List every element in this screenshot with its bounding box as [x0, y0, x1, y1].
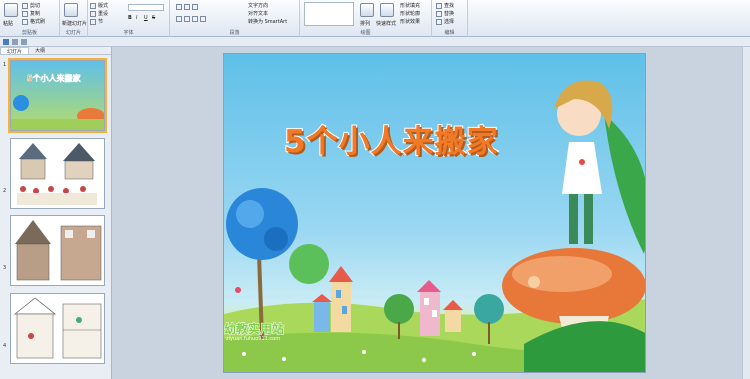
bullets-button[interactable]: [176, 4, 198, 10]
copy-icon: [22, 10, 28, 17]
indent-icon: [192, 4, 198, 10]
layout-icon: [90, 2, 96, 9]
quick-styles-icon[interactable]: [380, 3, 394, 17]
align-left-icon: [176, 16, 182, 22]
align-center-icon: [184, 16, 190, 22]
thumb-4-art: [13, 297, 102, 359]
undo-icon[interactable]: [12, 39, 18, 45]
bold-button[interactable]: B: [128, 15, 132, 21]
shapes-gallery[interactable]: [304, 2, 354, 26]
quick-access-bar: [0, 37, 750, 47]
select-button[interactable]: 选择: [436, 18, 454, 25]
slide-number-2: 2: [3, 188, 7, 194]
replace-button[interactable]: 替换: [436, 10, 454, 17]
find-icon: [436, 2, 442, 9]
new-slide-icon[interactable]: [64, 3, 78, 17]
find-button[interactable]: 查找: [436, 2, 454, 9]
watermark-url: ziyuan.fuhuo911.com: [226, 336, 281, 342]
font-caption: 字体: [123, 30, 134, 36]
girl-leg-icon: [569, 194, 578, 244]
editing-caption: 编辑: [444, 30, 455, 36]
panel-tabs: 幻灯片 大纲: [0, 47, 111, 55]
smartart-button[interactable]: 转换为 SmartArt: [248, 18, 287, 25]
reset-button[interactable]: 重设: [90, 10, 108, 17]
leaf-icon: [604, 114, 645, 254]
drawing-group: 排列 快速样式 形状填充 形状轮廓 形状效果 绘图: [300, 0, 432, 37]
font-name-combo[interactable]: [128, 4, 164, 11]
blue-tree-icon: [226, 188, 298, 260]
slide-title[interactable]: 5个小人来搬家: [283, 116, 499, 161]
new-slide-button[interactable]: 新建幻灯片: [62, 20, 87, 27]
ribbon: 粘贴 剪切 复制 格式刷 剪贴板 新建幻灯片 幻灯片 版式 重设 节 B I U…: [0, 0, 750, 37]
slide-number-4: 4: [3, 343, 7, 349]
numbering-icon: [184, 4, 190, 10]
green-bush-icon: [289, 244, 329, 284]
clipboard-caption: 剪贴板: [21, 30, 37, 36]
small-tree-icon: [384, 294, 414, 324]
format-painter-button[interactable]: 格式刷: [22, 18, 45, 25]
tab-slides[interactable]: 幻灯片: [0, 47, 30, 55]
scissors-icon: [22, 2, 28, 9]
reset-icon: [90, 10, 96, 17]
slide-number-3: 3: [3, 265, 7, 271]
blue-house-icon: [314, 302, 330, 332]
slide-artwork: [224, 80, 645, 372]
watermark-logo: 幼教实用站: [224, 322, 285, 337]
slide-number-1: 1: [3, 62, 7, 68]
align-text-button[interactable]: 对齐文本: [248, 10, 268, 17]
slide-thumbnail-2[interactable]: [10, 138, 105, 209]
shape-effects-button[interactable]: 形状效果: [400, 18, 420, 25]
tab-outline[interactable]: 大纲: [29, 47, 51, 54]
save-icon[interactable]: [3, 39, 9, 45]
slide-canvas: 5个小人来搬家 幼教实用站 ziyuan.fuhuo911.com: [113, 47, 750, 379]
shape-outline-button[interactable]: 形状轮廓: [400, 10, 420, 17]
girl-dress-icon: [562, 142, 602, 194]
slides-group: 新建幻灯片 幻灯片: [60, 0, 88, 37]
editing-group: 查找 替换 选择 编辑: [432, 0, 468, 37]
copy-button[interactable]: 复制: [22, 10, 40, 17]
brush-icon: [22, 18, 28, 25]
justify-icon: [200, 16, 206, 22]
teal-tree-icon: [474, 294, 504, 324]
select-icon: [436, 18, 442, 25]
quick-styles-button[interactable]: 快速样式: [376, 20, 396, 27]
align-right-icon: [192, 16, 198, 22]
slides-panel: 幻灯片 大纲 1 5个小人来搬家 2 3 4: [0, 47, 112, 379]
bullets-icon: [176, 4, 182, 10]
house-tower-icon: [331, 282, 351, 332]
slides-extra-group: 版式 重设 节 B I U S 字体: [88, 0, 170, 37]
replace-icon: [436, 10, 442, 17]
redo-icon[interactable]: [21, 39, 27, 45]
section-icon: [90, 18, 96, 25]
drawing-caption: 绘图: [360, 30, 371, 36]
slides-caption: 幻灯片: [65, 30, 81, 36]
slide-1[interactable]: 5个小人来搬家 幼教实用站 ziyuan.fuhuo911.com: [223, 53, 646, 373]
paragraph-group: 文字方向 对齐文本 转换为 SmartArt 段落: [170, 0, 300, 37]
slide-thumbnail-3[interactable]: [10, 215, 105, 286]
text-direction-button[interactable]: 文字方向: [248, 2, 268, 9]
vertical-scrollbar[interactable]: [742, 47, 750, 379]
thumb-1-art: [11, 95, 104, 130]
arrange-icon[interactable]: [360, 3, 374, 17]
paste-button[interactable]: 粘贴: [3, 20, 13, 27]
strike-button[interactable]: S: [152, 15, 155, 21]
clipboard-group: 粘贴 剪切 复制 格式刷 剪贴板: [0, 0, 60, 37]
slide-thumbnail-4[interactable]: [10, 293, 105, 364]
paste-icon[interactable]: [4, 3, 18, 17]
cut-button[interactable]: 剪切: [22, 2, 40, 9]
layout-button[interactable]: 版式: [90, 2, 108, 9]
yellow-house-icon: [445, 310, 461, 332]
align-buttons[interactable]: [176, 16, 206, 22]
thumb-3-art: [15, 220, 102, 281]
paragraph-caption: 段落: [229, 30, 240, 36]
italic-button[interactable]: I: [136, 15, 137, 21]
thumb-2-art: [17, 143, 97, 205]
section-button[interactable]: 节: [90, 18, 103, 25]
slide-thumbnail-1[interactable]: 5个小人来搬家: [8, 58, 107, 133]
heart-icon: [235, 287, 241, 293]
underline-button[interactable]: U: [144, 15, 148, 21]
shape-fill-button[interactable]: 形状填充: [400, 2, 420, 9]
arrange-button[interactable]: 排列: [360, 20, 370, 27]
